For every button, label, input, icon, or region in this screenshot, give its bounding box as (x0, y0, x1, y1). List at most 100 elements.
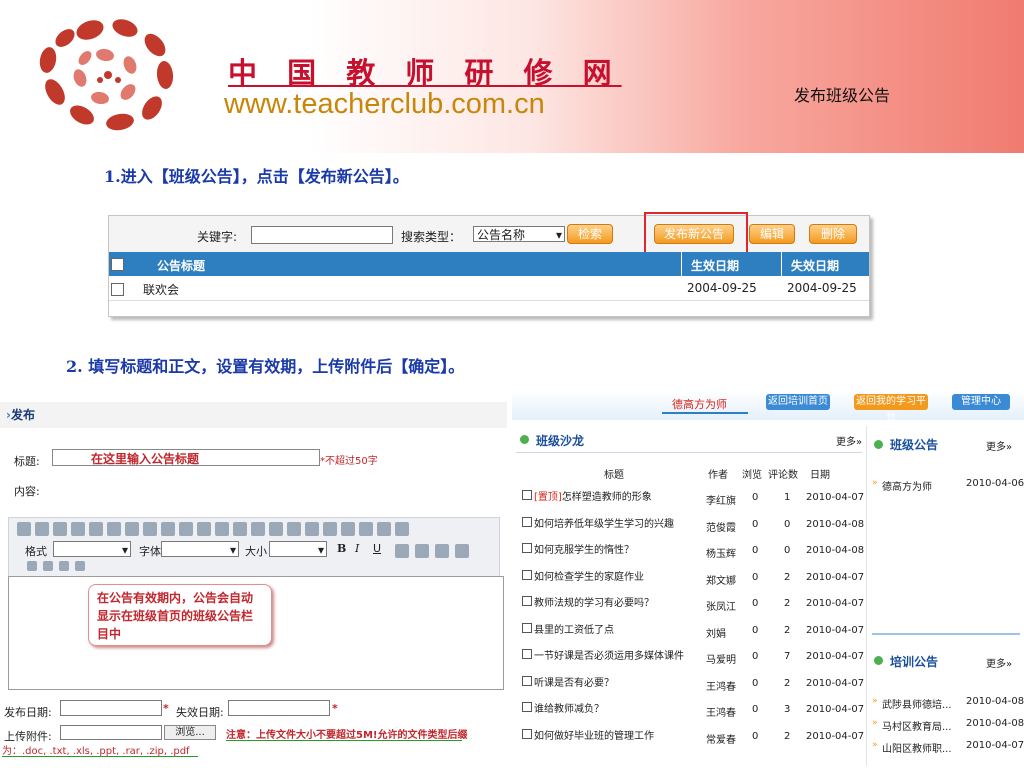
title-input[interactable]: 在这里输入公告标题 (52, 449, 320, 466)
item-title[interactable]: 马村区教育局... (882, 718, 958, 733)
salon-more-link[interactable]: 更多» (836, 433, 862, 448)
source-icon[interactable] (395, 522, 409, 536)
notice-title[interactable]: 班级公告 (890, 436, 938, 453)
browse-button[interactable]: 浏览... (164, 725, 216, 740)
align-left-icon[interactable] (27, 561, 37, 571)
strikethrough-icon[interactable] (395, 544, 409, 558)
row-checkbox[interactable] (522, 702, 532, 712)
justify-icon[interactable] (75, 561, 85, 571)
row-checkbox[interactable] (111, 283, 124, 296)
smiley-icon[interactable] (323, 522, 337, 536)
edit-button[interactable]: 编辑 (749, 224, 795, 244)
underline-icon[interactable]: U (373, 542, 381, 555)
replace-icon[interactable] (197, 522, 211, 536)
form-icon[interactable] (287, 522, 301, 536)
notice-item[interactable]: » 德高方为师 2010-04-06 (872, 478, 1024, 494)
bg-color-icon[interactable] (377, 522, 391, 536)
row-checkbox[interactable] (522, 622, 532, 633)
font-select[interactable]: ▾ (161, 541, 239, 557)
row-checkbox[interactable] (522, 490, 532, 500)
item-title[interactable]: 武陟县师德培... (882, 696, 958, 711)
row-checkbox[interactable] (522, 569, 532, 580)
row-checkbox[interactable] (522, 649, 532, 659)
item-title[interactable]: 山阳区教师职... (882, 740, 958, 755)
row-title[interactable]: [置顶]怎样塑造教师的形象 (534, 488, 700, 503)
link-icon[interactable] (455, 544, 469, 558)
row-title[interactable]: 听课是否有必要？ (534, 674, 700, 689)
text-color-icon[interactable] (359, 522, 373, 536)
item-title[interactable]: 德高方为师 (882, 478, 958, 493)
search-type-select[interactable]: 公告名称 ▾ (473, 226, 565, 242)
row-title[interactable]: 教师法规的学习有必要吗？ (534, 594, 700, 609)
bullet-list-icon[interactable] (435, 544, 449, 558)
training-title[interactable]: 培训公告 (890, 653, 938, 670)
salon-row[interactable]: 如何做好毕业班的管理工作 常爱春 0 2 2010-04-07 (512, 727, 864, 747)
row-title[interactable]: 如何检查学生的家庭作业 (534, 568, 700, 583)
training-item[interactable]: » 武陟县师德培... 2010-04-08 (872, 696, 1024, 712)
table-icon[interactable] (215, 522, 229, 536)
align-right-icon[interactable] (59, 561, 69, 571)
row-title[interactable]: 联欢会 (143, 281, 179, 298)
attach-input[interactable] (60, 725, 162, 740)
nav-my-platform[interactable]: 返回我的学习平台 (854, 394, 928, 423)
ordered-list-icon[interactable] (415, 544, 429, 558)
training-item[interactable]: » 山阳区教师职... 2010-04-07 (872, 740, 1024, 756)
training-item[interactable]: » 马村区教育局... 2010-04-08 (872, 718, 1024, 734)
spellcheck-icon[interactable] (125, 522, 139, 536)
salon-row[interactable]: 如何培养低年级学生学习的兴趣 范俊霞 0 0 2010-04-08 (512, 515, 864, 535)
search-button[interactable]: 检索 (567, 224, 613, 244)
notice-more-link[interactable]: 更多» (986, 438, 1012, 453)
row-checkbox[interactable] (522, 596, 532, 606)
nav-training-home[interactable]: 返回培训首页 (766, 394, 830, 410)
salon-row[interactable]: 如何克服学生的惰性？ 杨玉辉 0 0 2010-04-08 (512, 541, 864, 561)
salon-row[interactable]: 听课是否有必要？ 王鸿春 0 2 2010-04-07 (512, 674, 864, 694)
row-title[interactable]: 如何做好毕业班的管理工作 (534, 727, 700, 742)
special-char-icon[interactable] (341, 522, 355, 536)
size-select[interactable]: ▾ (269, 541, 327, 557)
redo-icon[interactable] (161, 522, 175, 536)
row-title[interactable]: 如何培养低年级学生学习的兴趣 (534, 515, 700, 530)
keyword-input[interactable] (251, 226, 393, 244)
row-checkbox[interactable] (522, 728, 532, 739)
bold-icon[interactable]: B (337, 542, 346, 555)
cut-icon[interactable] (17, 522, 31, 536)
print-icon[interactable] (107, 522, 121, 536)
select-all-checkbox[interactable] (111, 258, 124, 271)
format-select[interactable]: ▾ (53, 541, 131, 557)
align-center-icon[interactable] (43, 561, 53, 571)
row-checkbox[interactable] (522, 516, 532, 527)
row-title[interactable]: 谁给教师减负？ (534, 700, 700, 715)
copy-icon[interactable] (35, 522, 49, 536)
salon-row[interactable]: 教师法规的学习有必要吗？ 张凤江 0 2 2010-04-07 (512, 594, 864, 614)
italic-icon[interactable]: I (355, 542, 359, 555)
publish-new-announcement-button[interactable]: 发布新公告 (654, 224, 734, 244)
salon-row[interactable]: 如何检查学生的家庭作业 郑文娜 0 2 2010-04-07 (512, 568, 864, 588)
paste-icon[interactable] (53, 522, 67, 536)
row-checkbox[interactable] (522, 675, 532, 686)
end-date-input[interactable] (228, 700, 330, 716)
start-date-input[interactable] (60, 700, 162, 716)
paste-word-icon[interactable] (89, 522, 103, 536)
rule-icon[interactable] (305, 522, 319, 536)
salon-row[interactable]: 谁给教师减负？ 王鸿春 0 3 2010-04-07 (512, 700, 864, 720)
paste-text-icon[interactable] (71, 522, 85, 536)
salon-row[interactable]: [置顶]怎样塑造教师的形象 李红旗 0 1 2010-04-07 (512, 488, 864, 508)
training-rows: » 武陟县师德培... 2010-04-08 » 马村区教育局... 2010-04-08… (872, 696, 1024, 766)
row-title[interactable]: 县里的工资低了点 (534, 621, 700, 636)
salon-row[interactable]: 县里的工资低了点 刘娟 0 2 2010-04-07 (512, 621, 864, 641)
find-icon[interactable] (179, 522, 193, 536)
training-more-link[interactable]: 更多» (986, 655, 1012, 670)
table-row[interactable]: 联欢会 2004-09-25 2004-09-25 (109, 276, 869, 301)
eraser-icon[interactable] (233, 522, 247, 536)
top-user-name[interactable]: 德高方为师 (672, 396, 727, 412)
nav-admin-center[interactable]: 管理中心 (952, 394, 1010, 410)
delete-button[interactable]: 删除 (809, 224, 857, 244)
flash-icon[interactable] (269, 522, 283, 536)
undo-icon[interactable] (143, 522, 157, 536)
salon-title[interactable]: 班级沙龙 (536, 432, 584, 449)
row-title[interactable]: 一节好课是否必须运用多媒体课件 (534, 647, 700, 662)
row-checkbox[interactable] (522, 543, 532, 553)
image-icon[interactable] (251, 522, 265, 536)
salon-row[interactable]: 一节好课是否必须运用多媒体课件 马爱明 0 7 2010-04-07 (512, 647, 864, 667)
row-title[interactable]: 如何克服学生的惰性？ (534, 541, 700, 556)
